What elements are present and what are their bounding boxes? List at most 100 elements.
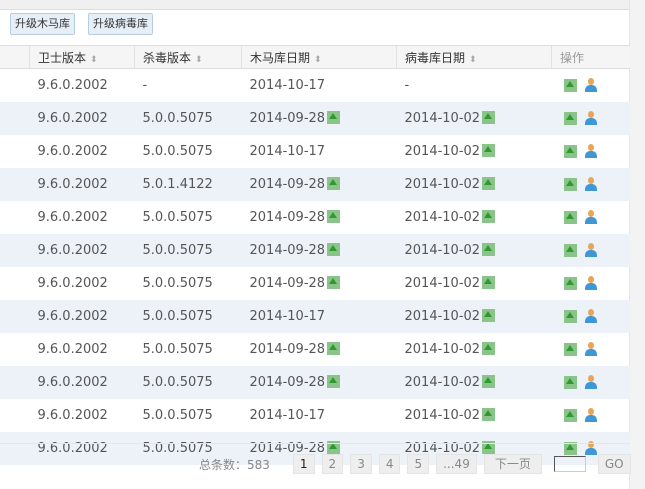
next-page-button[interactable]: 下一页 [483,454,542,474]
upgrade-icon[interactable] [563,276,577,290]
upgrade-virus-button[interactable]: 升级病毒库 [88,13,153,35]
virus-date-cell: 2014-10-02 [397,135,552,168]
av-version: 5.0.0.5075 [142,408,213,423]
upgrade-icon[interactable] [327,342,341,355]
table-row: 9.6.0.2002 5.0.0.5075 2014-09-28 2014-10… [0,234,630,267]
upgrade-icon[interactable] [563,210,577,224]
upgrade-icon[interactable] [563,111,577,125]
header-guard-version[interactable]: 卫士版本 ⬍ [29,45,135,69]
upgrade-trojan-button[interactable]: 升级木马库 [10,13,75,35]
header-label: 杀毒版本 [143,50,192,65]
upgrade-icon[interactable] [563,342,577,356]
trojan-date-cell: 2014-09-28 [241,366,397,399]
actions-cell [552,135,631,168]
row-spacer [0,135,30,168]
virus-date: - [404,78,410,93]
actions-cell [551,168,630,201]
trojan-date: 2014-10-17 [249,408,326,423]
upgrade-icon[interactable] [482,210,496,223]
trojan-date-cell: 2014-10-17 [241,300,397,333]
user-icon[interactable] [584,110,597,125]
upgrade-icon[interactable] [327,210,341,223]
upgrade-icon[interactable] [327,375,341,388]
user-icon[interactable] [584,308,597,323]
row-spacer [0,69,30,103]
virus-date: 2014-10-02 [404,111,481,126]
av-version: 5.0.1.4122 [134,168,242,201]
upgrade-icon[interactable] [482,408,496,421]
scrollbar[interactable] [629,0,645,489]
page-3[interactable]: 3 [350,454,372,474]
user-icon[interactable] [584,209,597,224]
virus-date: 2014-10-02 [404,309,481,324]
trojan-date: 2014-10-17 [249,78,326,93]
trojan-date-cell: 2014-09-28 [242,267,397,300]
upgrade-icon[interactable] [563,309,577,323]
av-version: - [142,78,148,93]
virus-date-cell: 2014-10-02 [397,267,552,300]
upgrade-icon[interactable] [482,144,496,157]
upgrade-icon[interactable] [482,177,496,190]
upgrade-icon[interactable] [327,276,341,289]
guard-version: 9.6.0.2002 [29,366,135,399]
page-jump-input[interactable] [553,456,586,472]
guard-version: 9.6.0.2002 [37,78,108,93]
upgrade-icon[interactable] [563,375,577,389]
upgrade-icon[interactable] [482,243,496,256]
upgrade-icon[interactable] [482,342,496,355]
user-icon[interactable] [584,407,597,422]
upgrade-icon[interactable] [482,276,496,289]
upgrade-icon[interactable] [563,144,577,158]
page-last[interactable]: ...49 [436,454,477,474]
upgrade-icon[interactable] [482,375,496,388]
user-icon[interactable] [584,374,597,389]
upgrade-icon[interactable] [482,309,496,322]
upgrade-icon[interactable] [563,177,577,191]
sort-icon[interactable]: ⬍ [314,55,322,65]
av-version: 5.0.0.5075 [134,234,242,267]
trojan-date: 2014-09-28 [249,111,326,126]
user-icon[interactable] [584,77,597,92]
header-trojan-date[interactable]: 木马库日期 ⬍ [241,45,397,69]
go-button[interactable]: GO [597,454,631,474]
sort-icon[interactable]: ⬍ [195,55,203,65]
sort-icon[interactable]: ⬍ [469,55,477,65]
page-1[interactable]: 1 [292,454,315,474]
virus-date: 2014-10-02 [404,276,481,291]
upgrade-icon[interactable] [563,243,577,257]
user-icon[interactable] [584,275,597,290]
trojan-date: 2014-09-28 [249,210,326,225]
actions-cell [552,267,631,300]
pagination: 总条数：583 1 2 3 4 5 ...49 下一页 GO [199,454,631,474]
upgrade-icon[interactable] [563,78,577,92]
header-av-version[interactable]: 杀毒版本 ⬍ [134,45,242,69]
table-row: 9.6.0.2002 5.0.0.5075 2014-10-17 2014-10… [0,399,630,432]
sort-icon[interactable]: ⬍ [90,55,98,65]
guard-version: 9.6.0.2002 [29,234,135,267]
upgrade-icon[interactable] [563,408,577,422]
user-icon[interactable] [584,176,597,191]
av-version: 5.0.0.5075 [142,144,213,159]
upgrade-icon[interactable] [327,243,341,256]
row-spacer [0,366,30,399]
row-spacer [0,102,30,135]
virus-date-cell: 2014-10-02 [396,234,552,267]
upgrade-icon[interactable] [327,177,341,190]
page-2[interactable]: 2 [321,454,344,474]
client-table: 卫士版本 ⬍ 杀毒版本 ⬍ 木马库日期 ⬍ 病毒库日期 ⬍ 操作 9.6.0.2002 … [0,45,630,465]
row-spacer [0,234,30,267]
page-4[interactable]: 4 [378,454,401,474]
trojan-date-cell: 2014-10-17 [242,135,397,168]
header-virus-date[interactable]: 病毒库日期 ⬍ [396,45,552,69]
table-row: 9.6.0.2002 5.0.0.5075 2014-09-28 2014-10… [0,333,630,366]
page-5[interactable]: 5 [407,454,430,474]
user-icon[interactable] [584,143,597,158]
user-icon[interactable] [584,242,597,257]
header-label: 卫士版本 [38,50,87,65]
av-version: 5.0.0.5075 [142,342,213,357]
upgrade-icon[interactable] [482,111,496,124]
total-count: 总条数：583 [199,457,270,472]
upgrade-icon[interactable] [327,111,341,124]
row-spacer [0,267,30,300]
user-icon[interactable] [584,341,597,356]
